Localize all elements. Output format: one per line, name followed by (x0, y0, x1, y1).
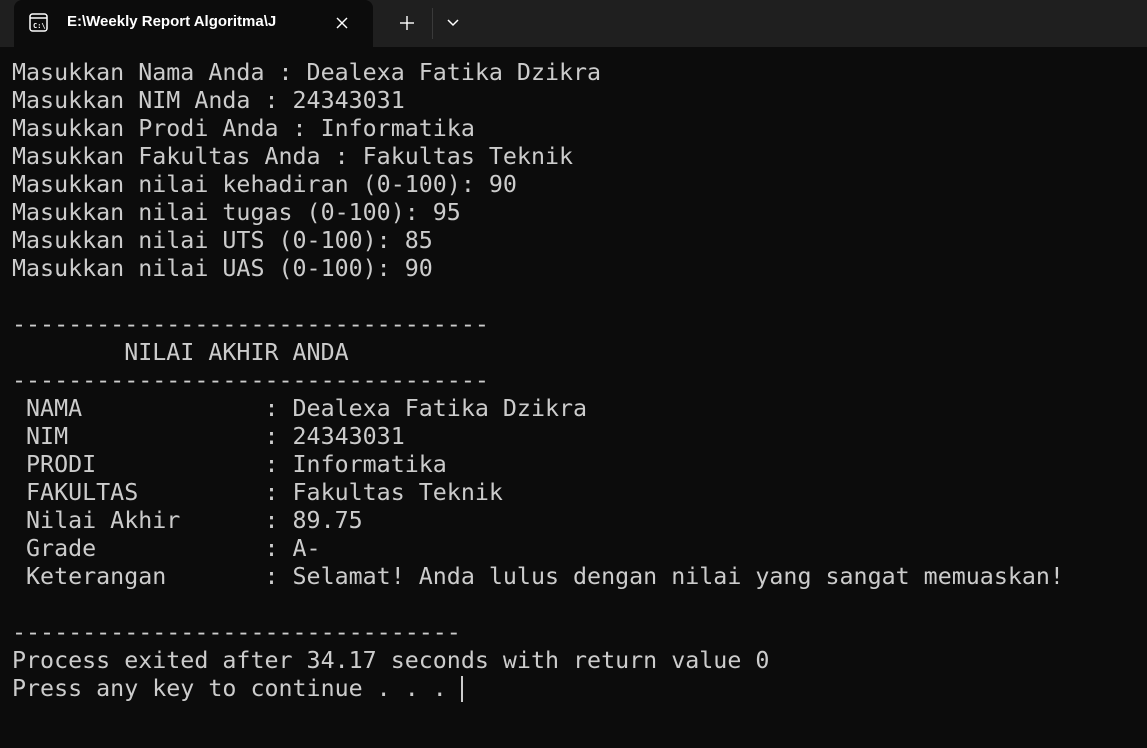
console-line: Masukkan Fakultas Anda : Fakultas Teknik (12, 143, 574, 170)
tab-dropdown-button[interactable] (437, 8, 469, 38)
console-line: Masukkan nilai UTS (0-100): 85 (12, 227, 433, 254)
console-line: Masukkan nilai kehadiran (0-100): 90 (12, 171, 517, 198)
console-prompt-line: Press any key to continue . . . (12, 675, 1137, 703)
console-line: Nilai Akhir : 89.75 (12, 507, 363, 534)
console-line: Process exited after 34.17 seconds with … (12, 647, 770, 674)
console-separator: -------------------------------- (12, 619, 461, 646)
terminal-tab[interactable]: C:\ E:\Weekly Report Algoritma\J (14, 0, 373, 47)
new-tab-button[interactable] (390, 8, 424, 38)
plus-icon (400, 16, 414, 30)
chevron-down-icon (447, 19, 459, 27)
terminal-icon: C:\ (29, 13, 48, 32)
title-bar: C:\ E:\Weekly Report Algoritma\J (0, 0, 1147, 47)
text-cursor (460, 676, 463, 702)
console-separator: ---------------------------------- (12, 311, 489, 338)
close-icon (336, 17, 348, 29)
console-output[interactable]: Masukkan Nama Anda : Dealexa Fatika Dzik… (12, 59, 1137, 703)
console-line: Keterangan : Selamat! Anda lulus dengan … (12, 563, 1064, 590)
console-separator: ---------------------------------- (12, 367, 489, 394)
console-line: PRODI : Informatika (12, 451, 447, 478)
console-line: Masukkan Prodi Anda : Informatika (12, 115, 475, 142)
toolbar-divider (432, 8, 433, 39)
console-line: NAMA : Dealexa Fatika Dzikra (12, 395, 588, 422)
console-line: Masukkan Nama Anda : Dealexa Fatika Dzik… (12, 59, 602, 86)
svg-text:C:\: C:\ (33, 22, 46, 30)
console-line: Grade : A- (12, 535, 321, 562)
console-line: Masukkan NIM Anda : 24343031 (12, 87, 405, 114)
console-line: FAKULTAS : Fakultas Teknik (12, 479, 503, 506)
console-line: NIM : 24343031 (12, 423, 405, 450)
close-tab-button[interactable] (328, 10, 356, 36)
console-line: Masukkan nilai tugas (0-100): 95 (12, 199, 461, 226)
tab-title: E:\Weekly Report Algoritma\J (67, 13, 277, 30)
console-prompt: Press any key to continue . . . (12, 675, 461, 702)
console-line: Masukkan nilai UAS (0-100): 90 (12, 255, 433, 282)
console-heading: NILAI AKHIR ANDA (12, 339, 349, 366)
